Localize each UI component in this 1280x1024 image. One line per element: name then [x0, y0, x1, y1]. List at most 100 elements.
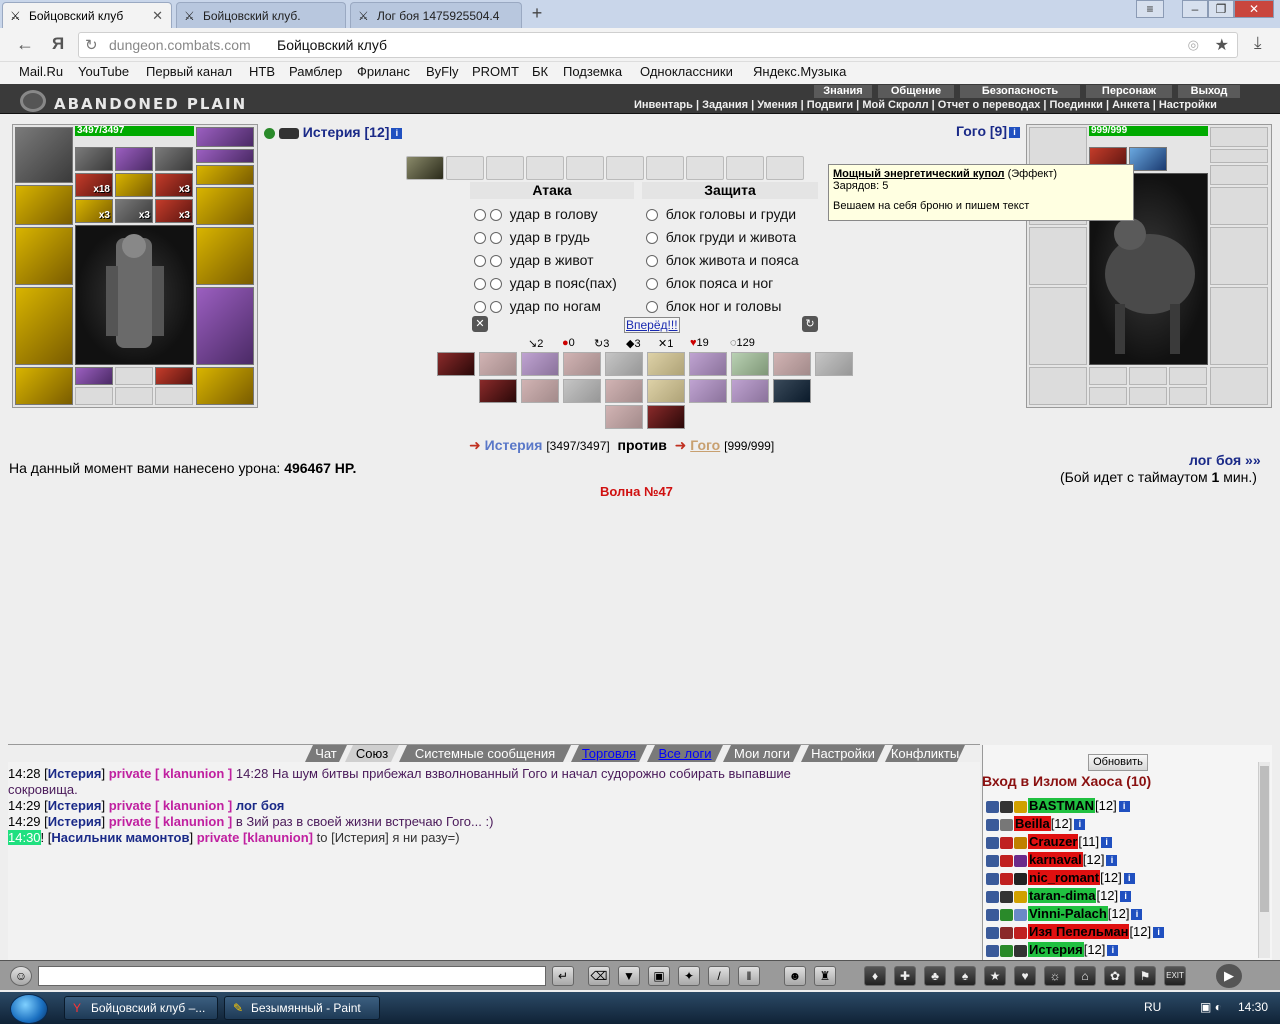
earrings-slot[interactable] [1210, 127, 1268, 147]
info-icon[interactable]: i [1120, 891, 1132, 903]
belt-slot[interactable] [15, 367, 73, 405]
pause-icon[interactable]: ‖ [738, 966, 760, 986]
effect-slot[interactable] [815, 352, 853, 376]
radio-button[interactable] [646, 209, 658, 222]
pocket-slot-1[interactable] [75, 387, 113, 405]
tab-all-logs[interactable]: Все логи [647, 745, 723, 762]
menu-communication[interactable]: Общение [878, 85, 954, 98]
action-icon-9[interactable]: ✿ [1104, 966, 1126, 986]
radio-button[interactable] [474, 232, 486, 245]
effect-slot[interactable] [731, 352, 769, 376]
combo-slot-active[interactable] [406, 156, 444, 180]
effect-slot[interactable] [773, 352, 811, 376]
close-icon[interactable]: ✕ [152, 8, 163, 24]
radio-button[interactable] [474, 255, 486, 268]
download-icon[interactable]: ⤓ [1254, 33, 1262, 53]
player-row[interactable]: Crauzer[11] i [986, 834, 1113, 851]
ring-slot-1[interactable] [75, 367, 113, 385]
player-name[interactable]: Истерия [303, 124, 361, 140]
menu-knowledge[interactable]: Знания [814, 85, 872, 98]
player-row[interactable]: Истерия[12] i [986, 942, 1119, 959]
defense-row-2[interactable]: блок груди и живота [646, 229, 796, 245]
bookmark-perviy[interactable]: Первый канал [146, 64, 232, 79]
effect-slot[interactable] [689, 352, 727, 376]
effect-slot[interactable] [647, 352, 685, 376]
combo-slot[interactable] [766, 156, 804, 180]
effect-slot[interactable] [605, 379, 643, 403]
radio-button[interactable] [646, 301, 658, 314]
action-icon-8[interactable]: ⌂ [1074, 966, 1096, 986]
tab-settings[interactable]: Настройки [801, 745, 885, 762]
ring-slot-2[interactable] [115, 367, 153, 385]
defense-row-1[interactable]: блок головы и груди [646, 206, 796, 222]
private-icon[interactable] [986, 926, 999, 939]
menu-button[interactable]: ≡ [1136, 0, 1164, 18]
effect-slot[interactable] [647, 405, 685, 429]
pocket-slot[interactable] [1169, 387, 1207, 405]
combo-slot[interactable] [646, 156, 684, 180]
sub-menu[interactable]: Инвентарь | Задания | Умения | Подвиги |… [634, 99, 1217, 112]
helmet-icon[interactable]: ♜ [814, 966, 836, 986]
scroll-slot-3[interactable]: x3 [155, 173, 193, 197]
info-icon[interactable]: i [1107, 945, 1119, 957]
ring-slot[interactable] [1129, 367, 1167, 385]
radio-button[interactable] [489, 255, 502, 268]
battle-log-link[interactable]: лог боя »» [1189, 452, 1261, 468]
bookmark-ntv[interactable]: НТВ [249, 64, 275, 79]
browser-tab-2[interactable]: ⚔ Бойцовский клуб. [176, 2, 346, 28]
info-icon[interactable]: i [1118, 801, 1130, 813]
armor-slot[interactable] [15, 287, 73, 365]
reload-icon[interactable]: ↻ [85, 36, 98, 54]
minimize-button[interactable]: – [1182, 0, 1208, 18]
players-scrollbar[interactable] [1258, 762, 1270, 958]
rings-slot[interactable] [196, 165, 254, 185]
offhand-slot[interactable] [1210, 227, 1268, 285]
helmet-slot[interactable] [15, 127, 73, 183]
player-row[interactable]: BASTMAN[12] i [986, 798, 1130, 815]
browser-tab-1[interactable]: ⚔ Бойцовский клуб ✕ [2, 2, 172, 28]
bookmark-youtube[interactable]: YouTube [78, 64, 129, 79]
player-row[interactable]: karnaval[12] i [986, 852, 1118, 869]
private-icon[interactable] [986, 944, 999, 957]
player-row[interactable]: Beilla[12] i [986, 816, 1086, 833]
attack-row-legs[interactable]: удар по ногам [474, 298, 601, 314]
effect-slot[interactable] [1129, 147, 1167, 171]
action-icon-4[interactable]: ♠ [954, 966, 976, 986]
effect-slot[interactable] [479, 352, 517, 376]
effect-slot[interactable] [689, 379, 727, 403]
task-browser[interactable]: Y Бойцовский клуб –... [64, 996, 218, 1020]
menu-exit[interactable]: Выход [1178, 85, 1240, 98]
private-icon[interactable] [986, 836, 999, 849]
bookmark-yandex-music[interactable]: Яндекс.Музыка [753, 64, 846, 79]
armor-slot[interactable] [1029, 287, 1087, 365]
rings-slot[interactable] [1210, 165, 1268, 185]
belt-slot[interactable] [1029, 367, 1087, 405]
offhand-slot[interactable] [196, 227, 254, 285]
weapon-slot[interactable] [1029, 227, 1087, 285]
effect-slot[interactable] [521, 379, 559, 403]
bracers-slot[interactable] [15, 185, 73, 225]
play-icon[interactable]: ▶ [1216, 964, 1242, 988]
ring-slot[interactable] [1169, 367, 1207, 385]
radio-button[interactable] [474, 278, 486, 291]
bookmark-rambler[interactable]: Рамблер [289, 64, 342, 79]
radio-button[interactable] [489, 232, 502, 245]
rune-slot-3[interactable] [155, 147, 193, 171]
info-icon[interactable]: i [1123, 873, 1135, 885]
attack-row-belly[interactable]: удар в живот [474, 252, 594, 268]
ring-slot-3[interactable] [155, 367, 193, 385]
defense-row-5[interactable]: блок ног и головы [646, 298, 781, 314]
info-icon[interactable]: i [391, 127, 403, 139]
radio-button[interactable] [489, 301, 502, 314]
info-icon[interactable]: i [1074, 819, 1086, 831]
enemy-name[interactable]: Гого [956, 123, 986, 139]
tab-conflicts[interactable]: Конфликты [885, 745, 965, 762]
combo-slot[interactable] [566, 156, 604, 180]
star-icon[interactable]: ★ [1215, 35, 1229, 55]
versus-player[interactable]: Истерия [485, 437, 543, 453]
cloak-slot[interactable] [196, 287, 254, 365]
tab-trade[interactable]: Торговля [571, 745, 647, 762]
combo-slot[interactable] [726, 156, 764, 180]
save-icon[interactable]: ▣ [648, 966, 670, 986]
effect-slot[interactable] [479, 379, 517, 403]
